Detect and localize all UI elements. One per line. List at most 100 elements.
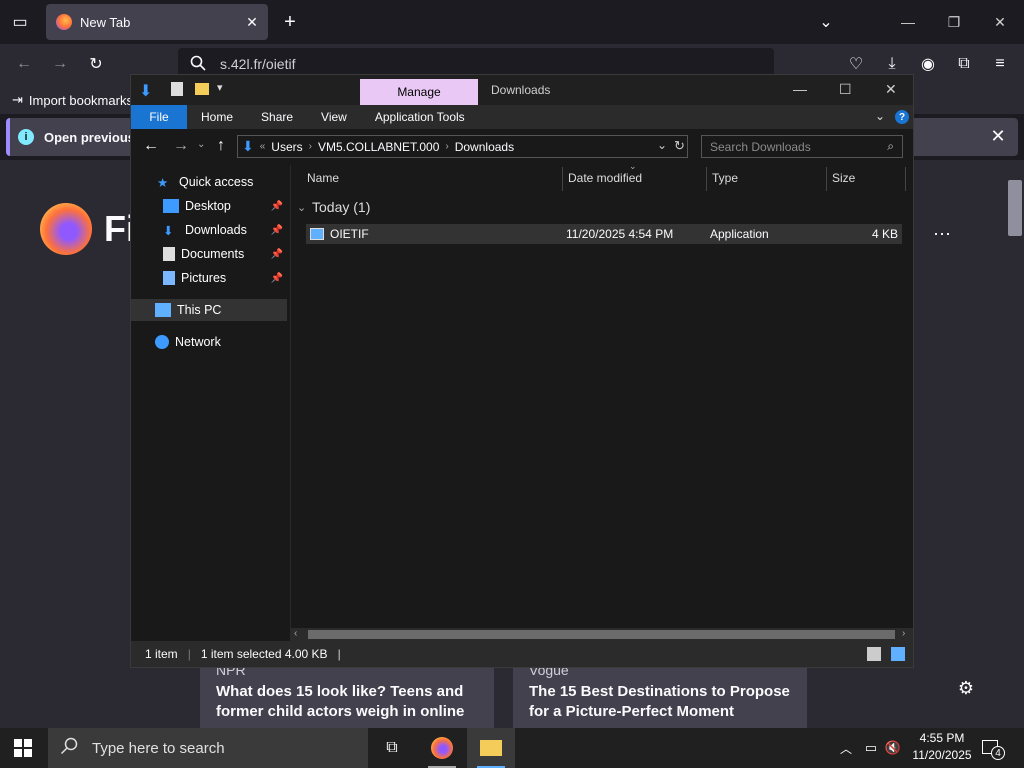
reload-icon[interactable]: ↻	[86, 54, 106, 74]
address-history-chevron-icon[interactable]: ⌄	[657, 138, 667, 152]
ribbon-tab-home[interactable]: Home	[187, 105, 247, 129]
extensions-icon[interactable]: ⧉	[954, 54, 974, 74]
pin-icon: 📌	[270, 272, 283, 284]
firefox-favicon-icon	[56, 14, 72, 30]
task-view-icon[interactable]: ⧉	[380, 738, 404, 758]
nav-documents[interactable]: Documents 📌	[131, 243, 287, 265]
column-header-size[interactable]: Size	[832, 171, 855, 185]
ff-restore-button[interactable]: ❐	[944, 12, 964, 32]
nav-quick-access[interactable]: ★ Quick access	[131, 171, 287, 193]
column-separator[interactable]	[706, 167, 707, 191]
pin-icon: 📌	[270, 200, 283, 212]
back-arrow-icon[interactable]: ←	[14, 54, 34, 74]
notice-close-icon[interactable]: ✕	[988, 126, 1008, 146]
notification-count-badge: 4	[991, 746, 1005, 760]
details-view-icon[interactable]	[867, 647, 881, 661]
application-file-icon	[310, 228, 324, 240]
tab-close-icon[interactable]: ✕	[242, 14, 262, 31]
breadcrumb-user[interactable]: VM5.COLLABNET.000	[318, 140, 439, 154]
column-header-name[interactable]: Name	[307, 171, 339, 185]
column-header-date-modified[interactable]: Date modified	[568, 171, 642, 185]
address-bar[interactable]: ⬇ « Users › VM5.COLLABNET.000 › Download…	[237, 135, 688, 158]
up-arrow-icon[interactable]: ↑	[217, 137, 225, 155]
large-icons-view-icon[interactable]	[891, 647, 905, 661]
ribbon-tab-share[interactable]: Share	[247, 105, 307, 129]
page-scrollbar[interactable]	[1006, 162, 1024, 728]
column-header-type[interactable]: Type	[712, 171, 738, 185]
taskbar-search-box[interactable]: Type here to search	[48, 728, 368, 768]
list-all-tabs-chevron-icon[interactable]: ⌄	[816, 12, 836, 32]
search-downloads-input[interactable]: Search Downloads ⌕	[701, 135, 903, 158]
scroll-left-icon[interactable]: ‹	[294, 628, 297, 639]
breadcrumb-separator-icon[interactable]: ›	[309, 141, 312, 152]
tab-list-icon[interactable]: ▭	[10, 12, 30, 32]
properties-icon[interactable]	[171, 82, 183, 96]
show-hidden-icons-chevron-icon[interactable]: ︿	[838, 738, 854, 758]
column-separator[interactable]	[826, 167, 827, 191]
search-icon	[190, 55, 206, 74]
breadcrumb-overflow-icon[interactable]: «	[260, 141, 266, 152]
clock-time: 4:55 PM	[919, 731, 965, 745]
downloads-folder-icon: ⬇	[163, 224, 174, 238]
forward-arrow-icon[interactable]: →	[50, 54, 70, 74]
selection-info: 1 item selected 4.00 KB	[200, 647, 328, 661]
ff-minimize-button[interactable]: —	[898, 12, 918, 32]
refresh-icon[interactable]: ↻	[674, 138, 685, 154]
nav-this-pc[interactable]: This PC	[131, 299, 287, 321]
page-scrollbar-thumb[interactable]	[1008, 180, 1022, 236]
documents-icon	[163, 247, 175, 261]
horizontal-scrollbar-thumb[interactable]	[308, 630, 895, 639]
file-date: 11/20/2025 4:54 PM	[566, 227, 674, 241]
tab-new-tab[interactable]: New Tab ✕	[46, 4, 268, 40]
more-options-icon[interactable]: ⋯	[930, 224, 954, 244]
column-separator[interactable]	[905, 167, 906, 191]
import-bookmarks-link[interactable]: Import bookmarks	[29, 93, 133, 108]
scroll-right-icon[interactable]: ›	[902, 628, 905, 639]
taskbar-explorer-button[interactable]	[467, 728, 515, 768]
network-status-icon[interactable]: ▭	[862, 738, 880, 758]
nav-back-icon[interactable]: ←	[143, 137, 159, 155]
downloads-icon[interactable]: ⤓	[882, 54, 902, 74]
ribbon-tab-application-tools[interactable]: Application Tools	[361, 105, 479, 129]
file-row[interactable]: OIETIF 11/20/2025 4:54 PM Application 4 …	[306, 224, 902, 244]
nav-network[interactable]: Network	[131, 331, 287, 353]
ribbon-tab-view[interactable]: View	[307, 105, 361, 129]
nav-forward-icon[interactable]: →	[173, 137, 189, 155]
column-separator[interactable]	[562, 167, 563, 191]
help-icon[interactable]: ?	[895, 110, 909, 124]
nav-desktop[interactable]: Desktop 📌	[131, 195, 287, 217]
volume-muted-icon[interactable]: 🔇	[884, 738, 902, 758]
ff-close-button[interactable]: ✕	[990, 12, 1010, 32]
settings-gear-icon[interactable]: ⚙	[956, 678, 976, 698]
explorer-minimize-button[interactable]: —	[793, 81, 807, 97]
pocket-icon[interactable]: ♡	[846, 54, 866, 74]
nav-label: Pictures	[181, 271, 227, 285]
start-windows-icon[interactable]	[14, 739, 32, 757]
breadcrumb-downloads[interactable]: Downloads	[455, 140, 514, 154]
explorer-maximize-button[interactable]: ☐	[839, 81, 852, 98]
breadcrumb-users[interactable]: Users	[271, 140, 302, 154]
search-placeholder: Search Downloads	[710, 139, 811, 154]
menu-hamburger-icon[interactable]: ≡	[990, 54, 1010, 74]
this-pc-icon	[155, 303, 171, 317]
taskbar-clock[interactable]: 4:55 PM 11/20/2025	[904, 730, 980, 766]
tab-title: New Tab	[80, 14, 131, 30]
breadcrumb-separator-icon[interactable]: ›	[445, 141, 448, 152]
search-placeholder: Type here to search	[92, 739, 225, 757]
group-header-today[interactable]: Today (1)	[312, 199, 370, 215]
ribbon-expand-chevron-icon[interactable]: ⌄	[875, 109, 885, 123]
group-collapse-chevron-icon[interactable]: ⌄	[297, 201, 306, 214]
ribbon-tab-file[interactable]: File	[131, 105, 187, 129]
taskbar-firefox-button[interactable]	[418, 728, 466, 768]
explorer-close-button[interactable]: ✕	[885, 81, 897, 98]
nav-downloads[interactable]: ⬇ Downloads 📌	[131, 219, 287, 241]
action-center-button[interactable]: 4	[982, 738, 1006, 760]
quick-access-toolbar-dropdown-icon[interactable]: ▾	[217, 81, 223, 94]
new-folder-icon[interactable]	[195, 83, 209, 95]
nav-pictures[interactable]: Pictures 📌	[131, 267, 287, 289]
recent-locations-chevron-icon[interactable]: ⌄	[197, 139, 205, 150]
pin-icon: 📌	[270, 224, 283, 236]
account-icon[interactable]: ◉	[918, 54, 938, 74]
new-tab-button[interactable]: +	[280, 11, 300, 33]
manage-tab[interactable]: Manage	[360, 79, 478, 105]
